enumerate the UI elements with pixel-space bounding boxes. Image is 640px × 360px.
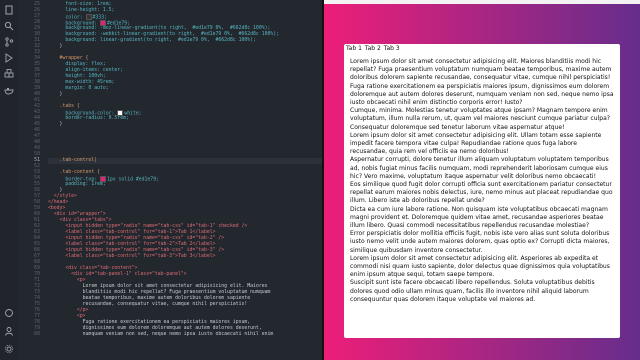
code-line[interactable]: <div class="tabs"> <box>48 218 112 224</box>
code-line[interactable]: } <box>48 92 63 98</box>
code-line[interactable]: numquam veniam non sed, neque nemo ipsa … <box>48 332 274 338</box>
activity-bar <box>0 0 19 360</box>
settings-icon[interactable] <box>4 344 14 354</box>
code-line[interactable]: line-height: 1.5; <box>48 8 114 14</box>
code-editor[interactable]: 25 26 27 28 29 30 31 32 33 34 35 36 37 38 39 40 41 42 43 44… <box>18 0 324 360</box>
line-number-gutter: 25 26 27 28 29 30 31 32 33 34 35 36 37 38 39 40 41 42 43 44… <box>18 0 44 360</box>
tab-controls: Tab 1 Tab 2 Tab 3 <box>346 45 400 53</box>
paragraph: Fuga ratione exercitationem ea perspicia… <box>350 82 614 107</box>
code-line[interactable]: } <box>48 44 63 50</box>
code-line[interactable]: <p> <box>48 278 86 284</box>
code-line[interactable]: <body> <box>48 206 65 212</box>
code-line[interactable]: <label class="tab-control" for="tab-3">T… <box>48 254 215 260</box>
paragraph: Dicta ea cum iure labore ratione. Non qu… <box>350 205 608 230</box>
browser-preview: Tab 1 Tab 2 Tab 3 Lorem ipsum dolor sit … <box>324 0 640 360</box>
paragraph: Lorem ipsum dolor sit amet consectetur a… <box>350 131 602 156</box>
tab-2[interactable]: Tab 2 <box>365 45 381 53</box>
code-line[interactable]: beatae temporibus, maxime autem doloribu… <box>48 296 251 302</box>
code-line[interactable]: <input hidden type="radio" name="tab-css… <box>48 224 247 230</box>
paragraph: Aspernatur corrupti, dolore tenetur illu… <box>350 156 609 180</box>
code-line[interactable]: <input hidden type="radio" name="tab-css… <box>48 248 224 254</box>
code-line[interactable]: } <box>48 122 63 128</box>
code-line[interactable]: <p> <box>48 314 86 320</box>
code-line[interactable]: color: #333; <box>48 14 107 21</box>
source-control-icon[interactable] <box>4 37 14 47</box>
code-line[interactable]: .tabs { <box>48 104 80 110</box>
code-line[interactable]: .tab-control| <box>48 158 324 164</box>
code-line[interactable]: background: -webkit-linear-gradient(to r… <box>48 32 279 38</box>
code-line[interactable]: <div id="tab-panel-1" class="tab-panel"> <box>48 272 187 278</box>
tab-panel-1: Lorem ipsum dolor sit amet consectetur a… <box>350 58 614 304</box>
code-line[interactable]: </p> <box>48 308 89 314</box>
code-line[interactable]: #wrapper { <box>48 56 89 62</box>
tab-1[interactable]: Tab 1 <box>346 45 362 53</box>
code-line[interactable]: border-radius: 0.5rem; <box>48 116 129 122</box>
code-line[interactable]: .tab-content { <box>48 170 100 176</box>
extensions-icon[interactable] <box>4 69 14 79</box>
debug-icon[interactable] <box>4 53 14 63</box>
code-line[interactable]: Lorem ipsum dolor sit amet consectetur a… <box>48 284 268 290</box>
code-line[interactable]: <input hidden type="radio" name="tab-css… <box>48 236 224 242</box>
remote-icon[interactable] <box>4 308 14 318</box>
code-line[interactable]: font-size: 1rem; <box>48 2 111 8</box>
code-line[interactable]: background-color: white; <box>48 110 142 117</box>
code-line[interactable]: border-top: 1px solid #ed1e79; <box>48 176 159 183</box>
paragraph: Error perspiciatis dolor mollitia offici… <box>350 230 610 254</box>
docker-icon[interactable] <box>4 85 14 95</box>
code-line[interactable]: background: linear-gradient(to right, #e… <box>48 38 256 44</box>
code-area[interactable]: font-size: 1rem; line-height: 1.5; color… <box>48 0 324 360</box>
line-number: 80 <box>33 331 40 337</box>
code-line[interactable]: display: flex; <box>48 62 105 68</box>
code-line[interactable]: background: -moz-linear-gradient(to righ… <box>48 26 270 32</box>
window-titlebar <box>324 0 640 4</box>
paragraph: Lorem ipsum dolor sit amet consectetur a… <box>350 58 612 82</box>
code-line[interactable]: <div class="tab-content"> <box>48 266 137 272</box>
code-line[interactable]: background: #ed1e79; <box>48 20 130 27</box>
tab-3[interactable]: Tab 3 <box>384 45 400 53</box>
code-line[interactable]: height: 100vh; <box>48 74 105 80</box>
code-line[interactable]: align-items: center; <box>48 68 123 74</box>
tabs-card: Tab 1 Tab 2 Tab 3 Lorem ipsum dolor sit … <box>344 44 620 338</box>
paragraph: Cumque, minima. Molestias tenetur volupt… <box>350 107 611 131</box>
account-icon[interactable] <box>4 326 14 336</box>
code-line[interactable]: Fuga ratione exercitationem ea perspicia… <box>48 320 251 326</box>
code-line[interactable]: blanditiis modi hic repellat? Fuga praes… <box>48 290 271 296</box>
code-line[interactable]: <div id="wrapper"> <box>48 212 106 218</box>
code-line[interactable]: <label class="tab-control" for="tab-2">T… <box>48 242 215 248</box>
search-icon[interactable] <box>4 21 14 31</box>
paragraph: Eos similique quod fugit dolor corrupti … <box>350 181 613 205</box>
code-line[interactable]: recusandae, consequatur vitae, cumque ni… <box>48 302 248 308</box>
code-line[interactable]: } <box>48 188 63 194</box>
code-line[interactable]: margin: 0 auto; <box>48 86 108 92</box>
code-line[interactable]: <label class="tab-control" for="tab-1">T… <box>48 230 215 236</box>
code-line[interactable]: dignissimos eum dolorem doloremque aut a… <box>48 326 262 332</box>
code-line[interactable]: max-width: 45rem; <box>48 80 114 86</box>
code-line[interactable]: </style> <box>48 194 77 200</box>
paragraph: Suscipit sunt iste facere obcaecati libe… <box>350 279 595 303</box>
code-line[interactable]: padding: 1rem; <box>48 182 105 188</box>
paragraph: Lorem ipsum dolor sit amet consectetur a… <box>350 254 610 279</box>
files-icon[interactable] <box>4 5 14 15</box>
code-line[interactable]: </head> <box>48 200 68 206</box>
